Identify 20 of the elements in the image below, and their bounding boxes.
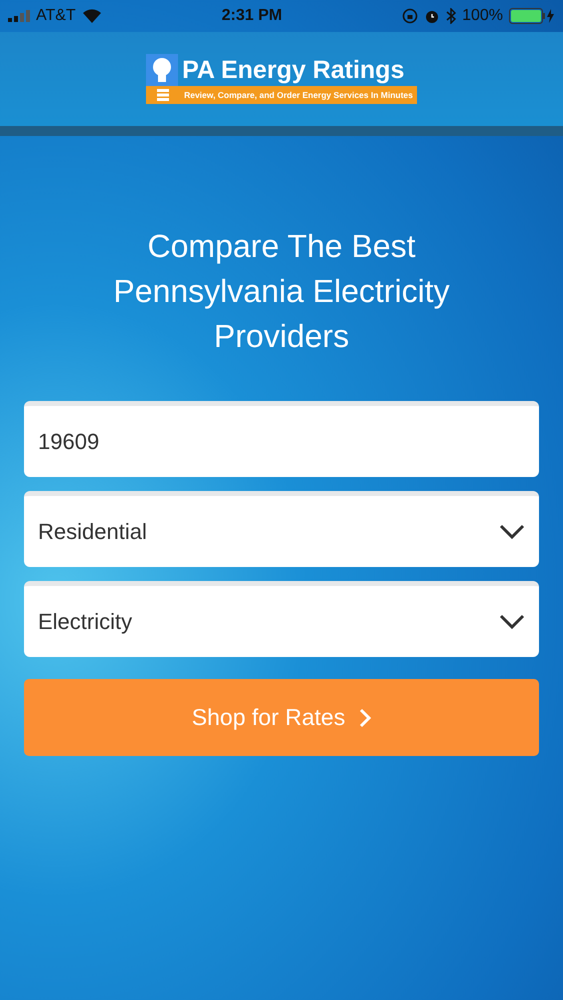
lightbulb-icon [146,54,178,86]
bluetooth-icon [446,8,456,24]
battery-charging-icon [509,8,555,24]
carrier-name: AT&T [36,7,76,25]
chevron-down-icon [499,524,525,540]
chevron-right-icon [359,708,372,728]
clock-time: 2:31 PM [222,7,282,25]
headline: Compare The Best Pennsylvania Electricity Providers [112,227,451,356]
logo-title: PA Energy Ratings [181,55,406,86]
zip-code-field[interactable]: 19609 [24,401,539,477]
wifi-icon [82,9,102,23]
stack-icon [156,89,170,101]
dropdown-field[interactable]: Residential [24,491,539,567]
signal-icon [8,10,30,22]
dropdown-field[interactable]: Electricity [24,581,539,657]
rotation-lock-icon [402,8,418,24]
battery-percent: 100% [462,7,503,25]
tagline: Review, Compare, and Order Energy Services In Minutes [184,90,414,100]
chevron-down-icon [499,614,525,630]
alarm-icon [424,8,440,24]
